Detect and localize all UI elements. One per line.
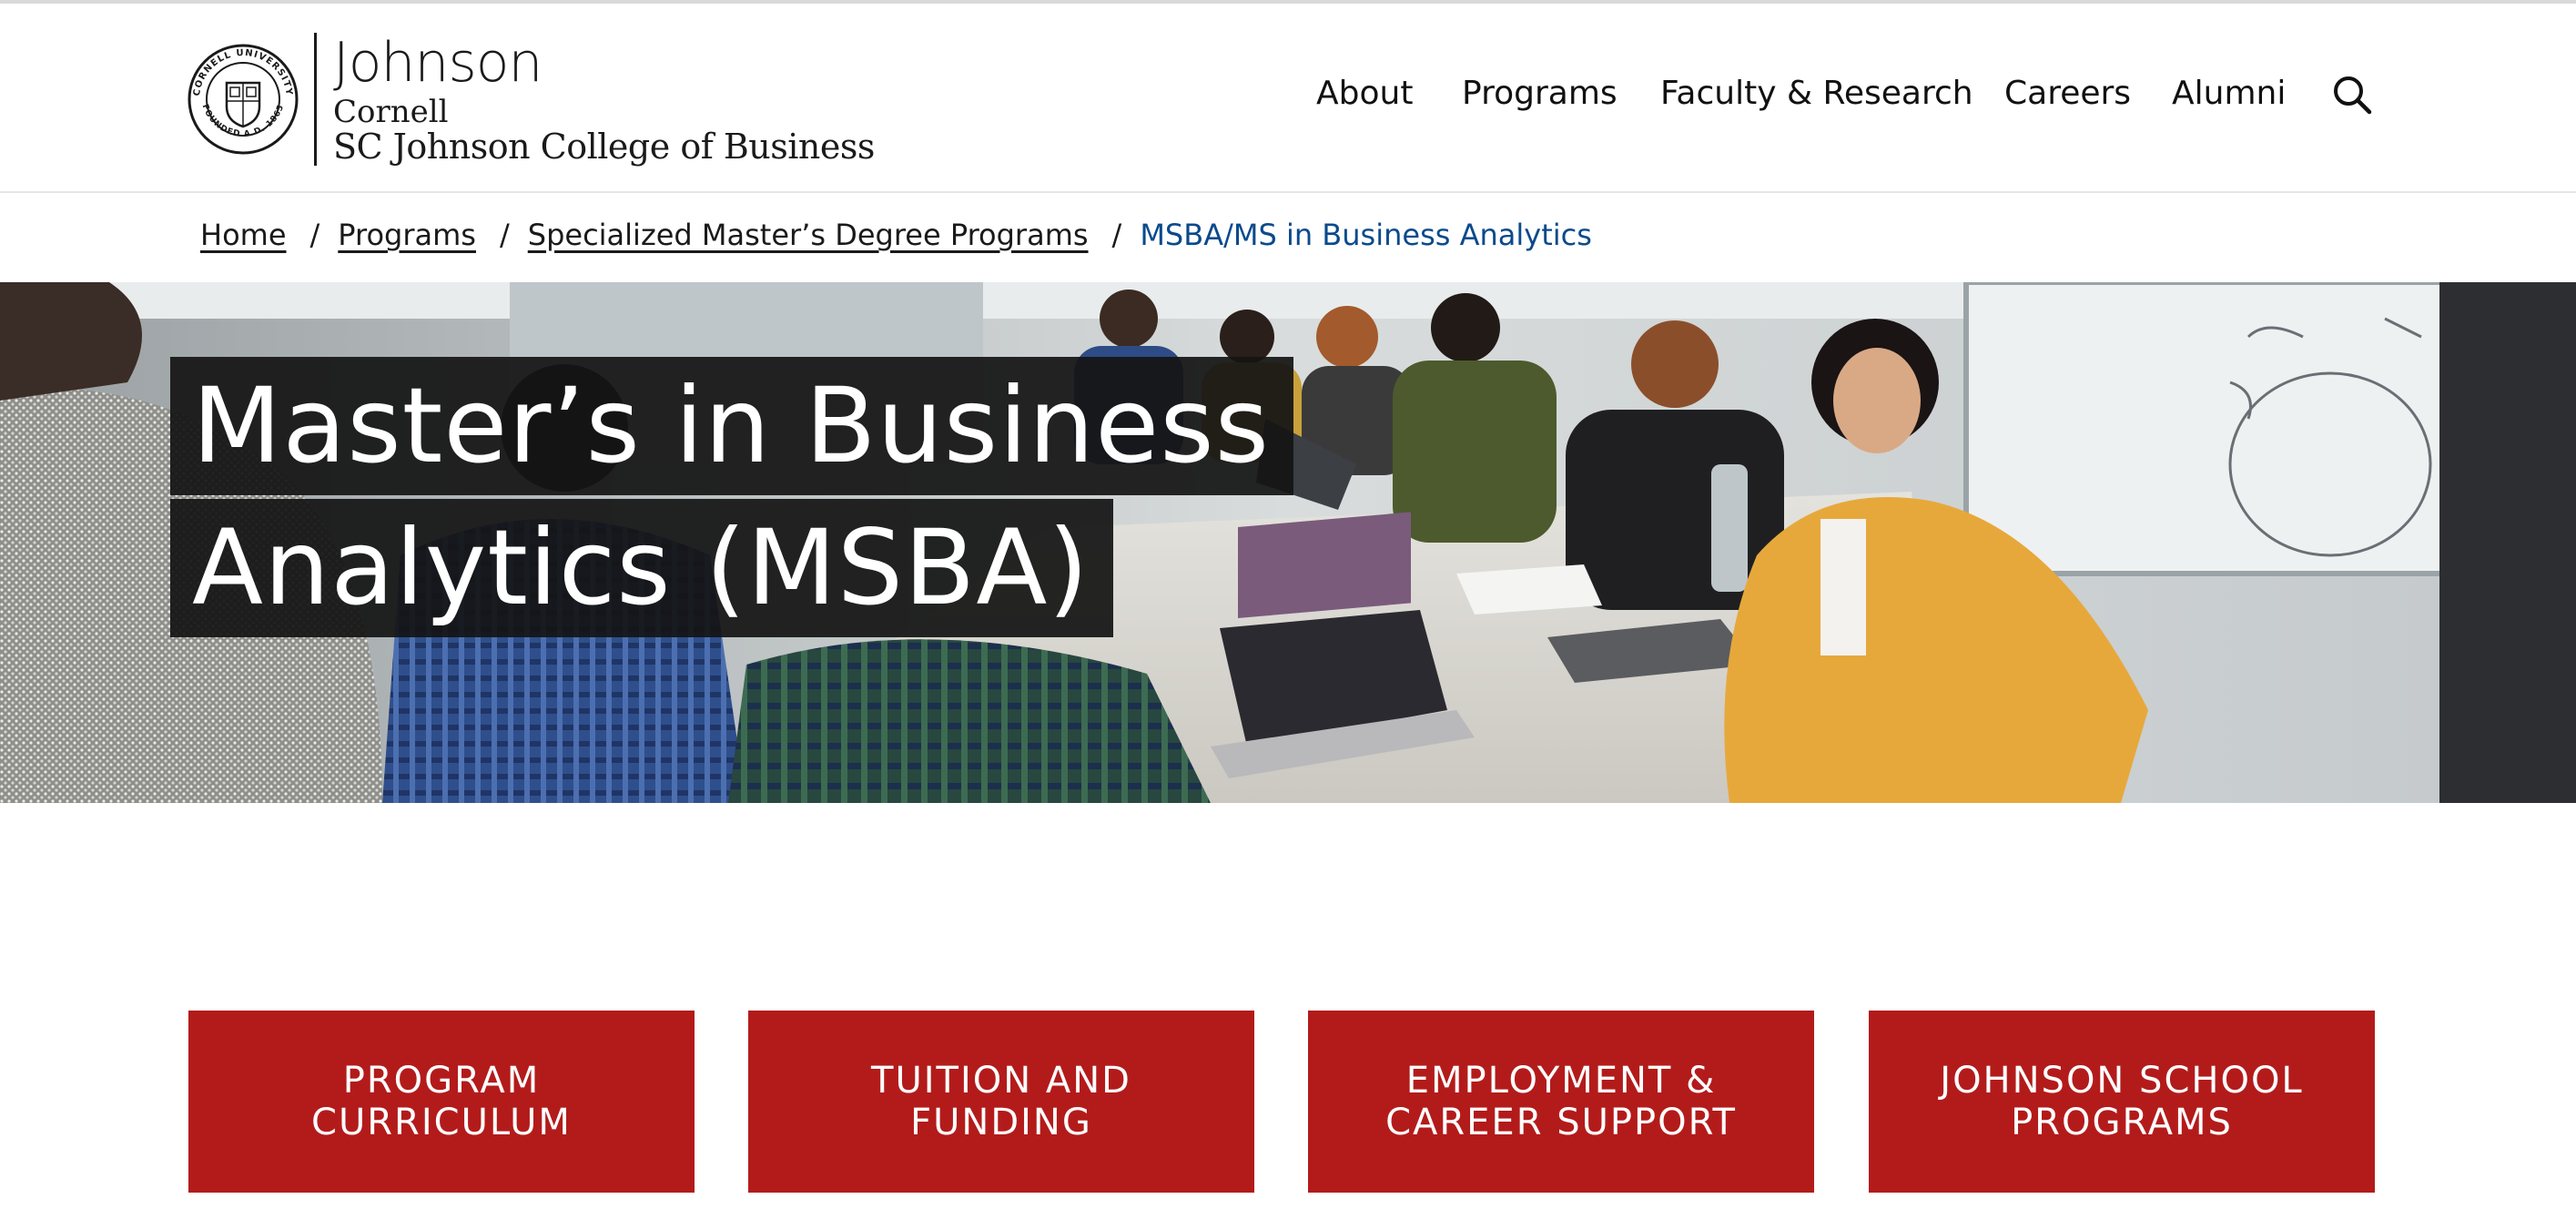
hero-title-line-1: Master’s in Business bbox=[170, 357, 1294, 495]
breadcrumb-separator: / bbox=[1111, 218, 1122, 252]
employment-career-button[interactable]: EMPLOYMENT & CAREER SUPPORT bbox=[1308, 1011, 1814, 1193]
site-header: CORNELL UNIVERSITY FOUNDED A.D. 1865 Joh… bbox=[0, 4, 2576, 193]
hero-title: Master’s in Business Analytics (MSBA) bbox=[170, 357, 1294, 637]
cta-buttons: PROGRAM CURRICULUM TUITION AND FUNDING EMP… bbox=[188, 1011, 2375, 1193]
hero-banner: Master’s in Business Analytics (MSBA) bbox=[0, 282, 2576, 803]
breadcrumb-current: MSBA/MS in Business Analytics bbox=[1140, 218, 1592, 252]
search-button[interactable] bbox=[2330, 73, 2374, 117]
nav-alumni[interactable]: Alumni bbox=[2172, 75, 2286, 112]
breadcrumb-separator: / bbox=[499, 218, 510, 252]
breadcrumb-specialized-masters[interactable]: Specialized Master’s Degree Programs bbox=[528, 218, 1089, 252]
cta-label: EMPLOYMENT & CAREER SUPPORT bbox=[1385, 1060, 1737, 1143]
johnson-school-programs-button[interactable]: JOHNSON SCHOOL PROGRAMS bbox=[1869, 1011, 2375, 1193]
wordmark: Johnson Cornell SC Johnson College of Bu… bbox=[333, 34, 875, 165]
search-icon bbox=[2334, 76, 2372, 115]
cta-label: PROGRAM CURRICULUM bbox=[311, 1060, 572, 1143]
program-curriculum-button[interactable]: PROGRAM CURRICULUM bbox=[188, 1011, 695, 1193]
breadcrumb-home[interactable]: Home bbox=[200, 218, 287, 252]
wordmark-johnson: Johnson bbox=[333, 31, 543, 95]
wordmark-college: SC Johnson College of Business bbox=[333, 127, 875, 167]
wordmark-cornell: Cornell bbox=[333, 94, 449, 130]
breadcrumb-programs[interactable]: Programs bbox=[338, 218, 476, 252]
nav-about[interactable]: About bbox=[1316, 75, 1413, 112]
hero-title-line-2: Analytics (MSBA) bbox=[170, 499, 1113, 637]
nav-careers[interactable]: Careers bbox=[2004, 75, 2131, 112]
cta-label: JOHNSON SCHOOL PROGRAMS bbox=[1940, 1060, 2304, 1143]
cta-label: TUITION AND FUNDING bbox=[871, 1060, 1131, 1143]
nav-faculty-research[interactable]: Faculty & Research bbox=[1660, 75, 1973, 112]
breadcrumb-separator: / bbox=[309, 218, 320, 252]
tuition-funding-button[interactable]: TUITION AND FUNDING bbox=[748, 1011, 1254, 1193]
nav-programs[interactable]: Programs bbox=[1462, 75, 1618, 112]
logo-divider bbox=[314, 33, 317, 166]
johnson-logo[interactable]: CORNELL UNIVERSITY FOUNDED A.D. 1865 Joh… bbox=[187, 31, 875, 168]
cornell-seal-icon: CORNELL UNIVERSITY FOUNDED A.D. 1865 bbox=[188, 44, 299, 155]
breadcrumb: Home / Programs / Specialized Master’s D… bbox=[200, 215, 1592, 255]
